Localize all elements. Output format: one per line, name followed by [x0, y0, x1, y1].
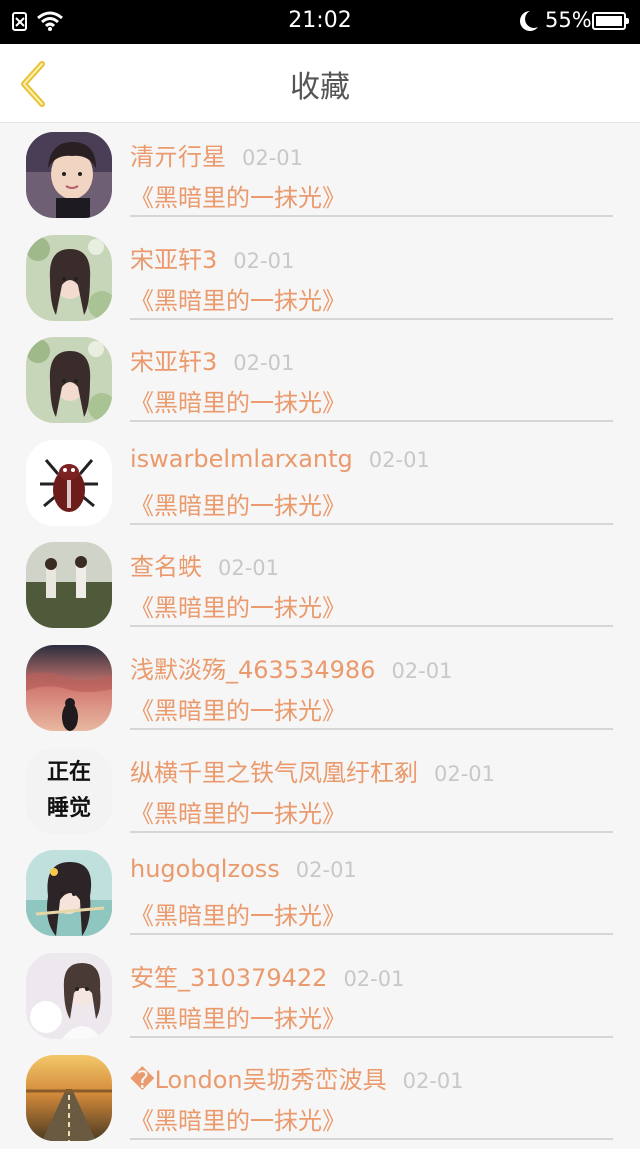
- list-item[interactable]: 浅默淡殇_463534986 02-01 《黑暗里的一抹光》: [0, 636, 640, 739]
- avatar[interactable]: [26, 645, 112, 731]
- item-date: 02-01: [434, 761, 496, 786]
- moon-icon: [518, 9, 540, 37]
- divider: [130, 933, 613, 936]
- book-title[interactable]: 《黑暗里的一抹光》: [130, 588, 346, 623]
- book-title[interactable]: 《黑暗里的一抹光》: [130, 1101, 346, 1136]
- battery-icon: [592, 12, 629, 30]
- item-date: 02-01: [233, 248, 295, 273]
- user-name[interactable]: iswarbelmlarxantg: [130, 445, 353, 473]
- user-name[interactable]: 纵横千里之铁气凤凰纡杠剢: [130, 759, 418, 787]
- user-name[interactable]: 清亓行星: [130, 143, 226, 171]
- item-header: 清亓行星 02-01: [130, 137, 303, 172]
- book-title[interactable]: 《黑暗里的一抹光》: [130, 383, 346, 418]
- user-name[interactable]: �London吴坜秀峦波具: [130, 1066, 387, 1094]
- divider: [130, 522, 613, 525]
- user-name[interactable]: 宋亚轩3: [130, 246, 217, 274]
- user-name[interactable]: 浅默淡殇_463534986: [130, 656, 375, 684]
- divider: [130, 215, 613, 217]
- list-item[interactable]: 宋亚轩3 02-01 《黑暗里的一抹光》: [0, 226, 640, 329]
- item-header: 宋亚轩3 02-01: [130, 240, 294, 275]
- divider: [130, 317, 613, 320]
- list-item[interactable]: �London吴坜秀峦波具 02-01 《黑暗里的一抹光》: [0, 1046, 640, 1149]
- book-title[interactable]: 《黑暗里的一抹光》: [130, 691, 346, 726]
- avatar[interactable]: [26, 542, 112, 629]
- item-date: 02-01: [391, 659, 453, 683]
- item-header: 查名蛈 02-01: [130, 547, 279, 582]
- book-title[interactable]: 《黑暗里的一抹光》: [130, 281, 346, 316]
- item-date: 02-01: [368, 447, 430, 472]
- divider: [130, 420, 613, 423]
- list-item[interactable]: hugobqlzoss 02-01 《黑暗里的一抹光》: [0, 841, 640, 944]
- book-title[interactable]: 《黑暗里的一抹光》: [130, 794, 346, 829]
- item-header: �London吴坜秀峦波具 02-01: [130, 1060, 464, 1095]
- avatar[interactable]: [26, 1055, 112, 1142]
- list-item[interactable]: 查名蛈 02-01 《黑暗里的一抹光》: [0, 533, 640, 636]
- list-item[interactable]: iswarbelmlarxantg 02-01 《黑暗里的一抹光》: [0, 431, 640, 534]
- battery-percent: 55%: [545, 8, 592, 32]
- item-date: 02-01: [218, 556, 280, 581]
- item-header: iswarbelmlarxantg 02-01: [130, 445, 430, 473]
- divider: [130, 728, 613, 730]
- item-date: 02-01: [242, 146, 304, 170]
- divider: [130, 625, 613, 628]
- user-name[interactable]: 查名蛈: [130, 553, 202, 581]
- list-item[interactable]: 安笙_310379422 02-01 《黑暗里的一抹光》: [0, 944, 640, 1047]
- user-name[interactable]: 安笙_310379422: [130, 964, 327, 992]
- user-name[interactable]: 宋亚轩3: [130, 348, 217, 376]
- item-header: hugobqlzoss 02-01: [130, 855, 357, 883]
- item-header: 安笙_310379422 02-01: [130, 958, 404, 993]
- item-date: 02-01: [295, 858, 357, 883]
- status-bar: 21:02 55%: [0, 0, 640, 44]
- item-date: 02-01: [233, 351, 295, 376]
- list-item[interactable]: 宋亚轩3 02-01 《黑暗里的一抹光》: [0, 328, 640, 431]
- battery-fill: [596, 16, 622, 26]
- item-header: 纵横千里之铁气凤凰纡杠剢 02-01: [130, 753, 495, 788]
- divider: [130, 830, 613, 833]
- book-title[interactable]: 《黑暗里的一抹光》: [130, 486, 346, 521]
- book-title[interactable]: 《黑暗里的一抹光》: [130, 178, 346, 213]
- nav-header: 收藏: [0, 44, 640, 123]
- divider: [130, 1035, 613, 1038]
- avatar[interactable]: [26, 234, 112, 321]
- divider: [130, 1138, 613, 1141]
- avatar[interactable]: [26, 439, 112, 526]
- avatar[interactable]: [26, 952, 112, 1039]
- page-title: 收藏: [290, 70, 350, 105]
- avatar[interactable]: [26, 132, 112, 218]
- avatar[interactable]: [26, 850, 112, 937]
- user-name[interactable]: hugobqlzoss: [130, 855, 280, 883]
- avatar[interactable]: 正在 睡觉: [26, 747, 112, 834]
- avatar-text-line: 睡觉: [46, 795, 91, 821]
- list-item[interactable]: 清亓行星 02-01 《黑暗里的一抹光》: [0, 123, 640, 226]
- avatar-text-line: 正在: [46, 759, 91, 785]
- list-item[interactable]: 正在 睡觉 纵横千里之铁气凤凰纡杠剢 02-01 《黑暗里的一抹光》: [0, 739, 640, 842]
- item-date: 02-01: [402, 1069, 464, 1094]
- book-title[interactable]: 《黑暗里的一抹光》: [130, 896, 346, 931]
- avatar[interactable]: [26, 337, 112, 424]
- book-title[interactable]: 《黑暗里的一抹光》: [130, 999, 346, 1034]
- status-time: 21:02: [288, 8, 352, 33]
- item-header: 宋亚轩3 02-01: [130, 342, 294, 377]
- item-date: 02-01: [343, 966, 405, 991]
- item-header: 浅默淡殇_463534986 02-01: [130, 650, 452, 685]
